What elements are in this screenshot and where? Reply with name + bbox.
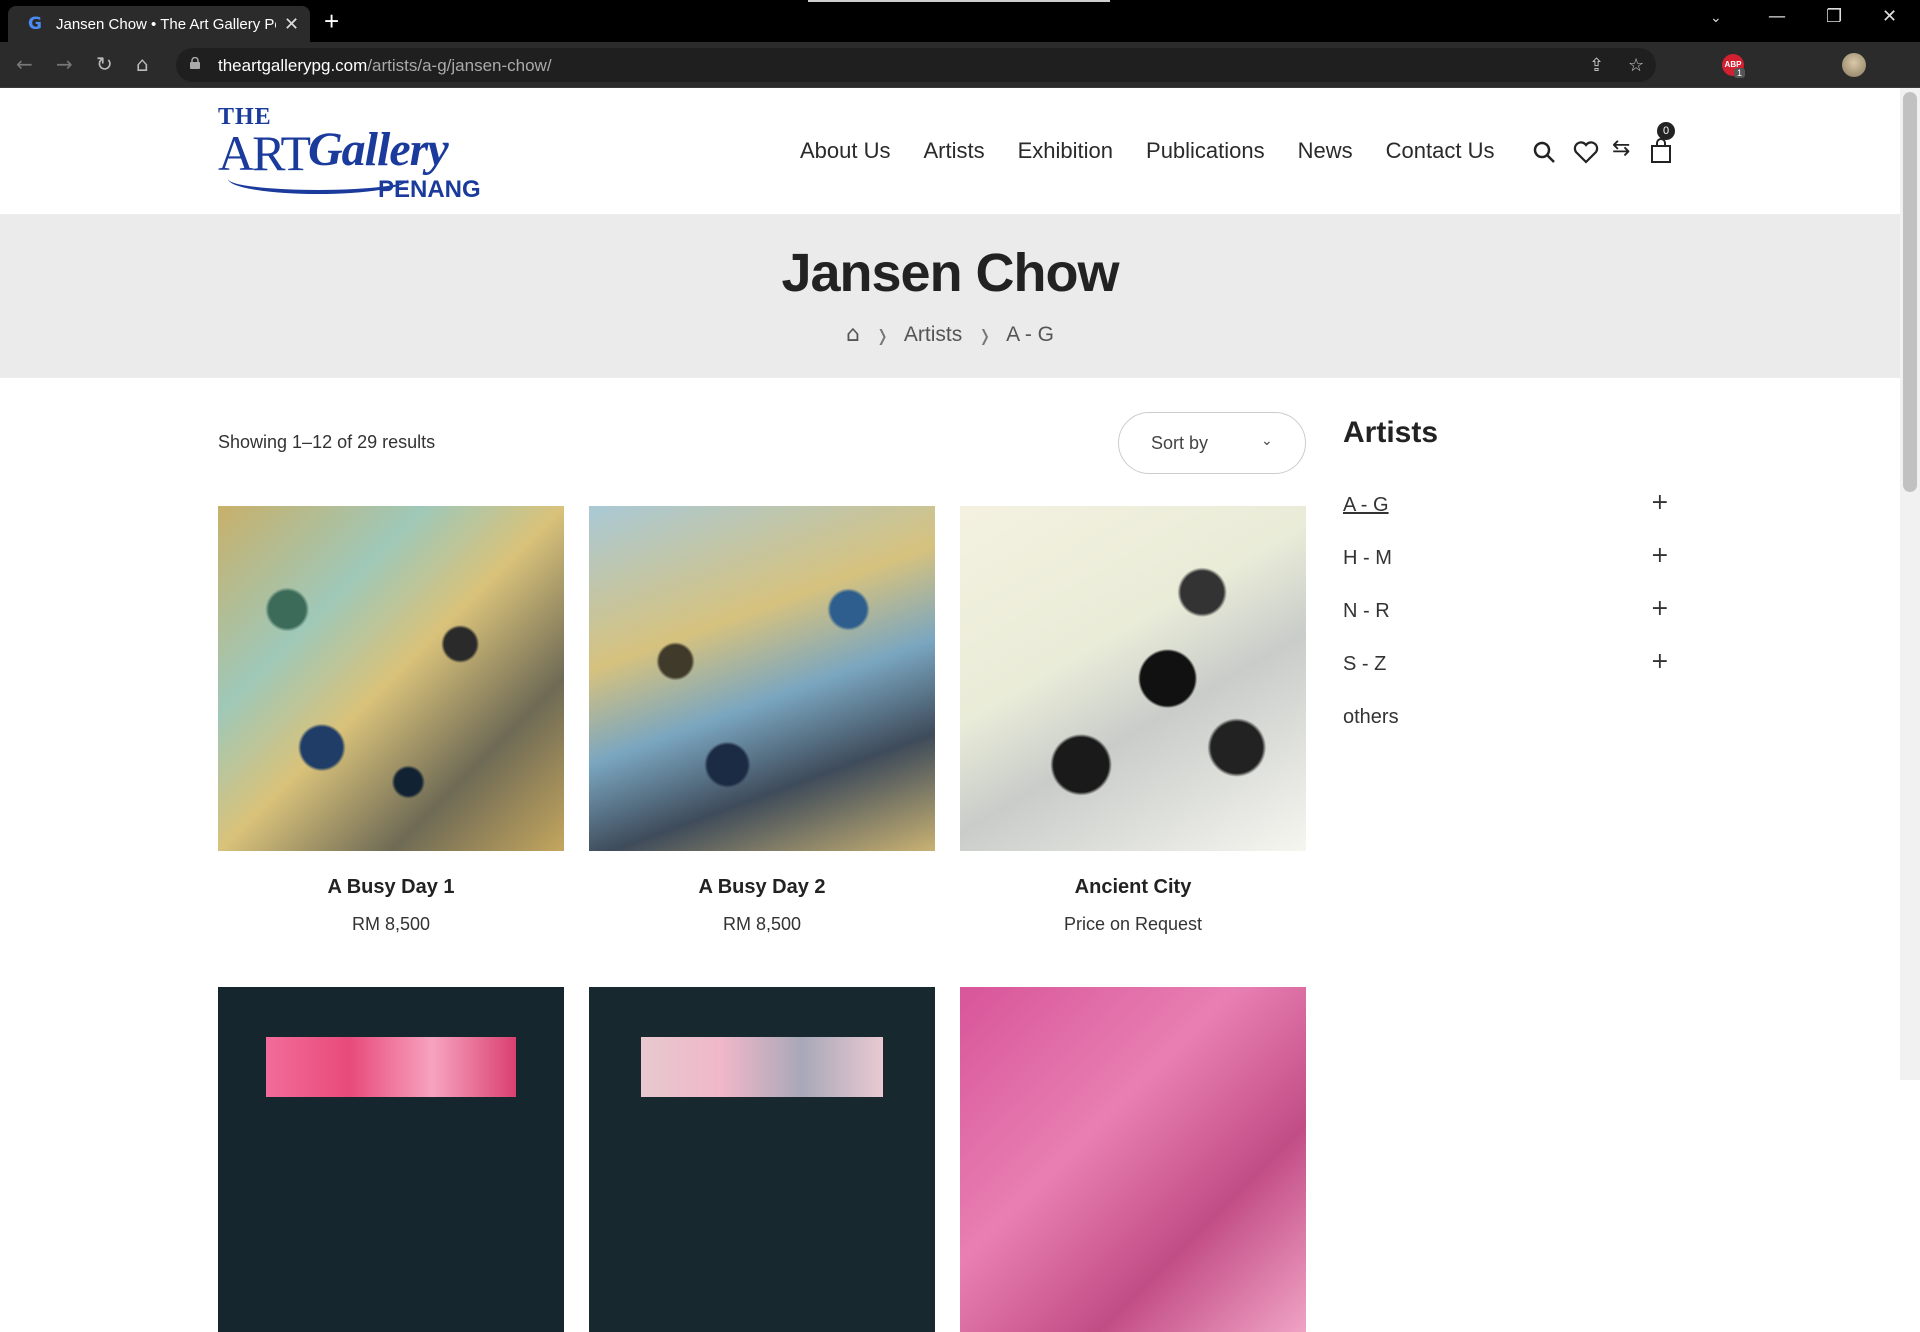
nav-publications[interactable]: Publications	[1146, 138, 1265, 164]
breadcrumb: ⌂ ❭ Artists ❭ A - G	[0, 322, 1900, 347]
nav-about-us[interactable]: About Us	[800, 138, 891, 164]
sidebar-category-a-g[interactable]: A - G +	[1343, 490, 1669, 524]
expand-plus-icon[interactable]: +	[1651, 649, 1669, 674]
product-price: RM 8,500	[351, 914, 431, 934]
sort-dropdown[interactable]: Sort by ⌄	[1118, 412, 1306, 474]
category-label[interactable]: others	[1343, 706, 1399, 729]
category-label[interactable]: N - R	[1343, 600, 1390, 623]
cart-bag-icon[interactable]	[1650, 138, 1672, 164]
nav-news[interactable]: News	[1298, 138, 1353, 164]
product-name[interactable]: A Busy Day 2	[589, 876, 935, 899]
search-icon[interactable]	[1532, 140, 1556, 164]
product-image[interactable]	[589, 987, 935, 1332]
expand-plus-icon[interactable]: +	[1651, 596, 1669, 621]
sidebar-category-others[interactable]: others	[1343, 706, 1669, 736]
lock-icon	[190, 57, 200, 69]
close-window-button[interactable]: ✕	[1882, 6, 1897, 27]
back-icon[interactable]: ←	[16, 52, 33, 76]
sidebar-category-h-m[interactable]: H - M +	[1343, 543, 1669, 577]
result-count: Showing 1–12 of 29 results	[218, 432, 436, 452]
reload-icon[interactable]: ↻	[96, 52, 113, 76]
nav-contact-us[interactable]: Contact Us	[1386, 138, 1495, 164]
home-icon[interactable]: ⌂	[136, 52, 149, 76]
close-tab-icon[interactable]: ✕	[284, 14, 299, 35]
page-scrollbar[interactable]	[1900, 88, 1920, 1080]
restore-button[interactable]: ❐	[1826, 6, 1842, 27]
breadcrumb-separator-icon: ❭	[978, 326, 992, 345]
breadcrumb-a-g[interactable]: A - G	[1006, 323, 1054, 346]
bookmark-star-icon[interactable]: ☆	[1628, 55, 1644, 76]
nav-exhibition[interactable]: Exhibition	[1018, 138, 1113, 164]
adblock-badge: 1	[1734, 68, 1746, 78]
sidebar-category-n-r[interactable]: N - R +	[1343, 596, 1669, 630]
sidebar-title: Artists	[1343, 416, 1439, 449]
tab-title: Jansen Chow • The Art Gallery Pe	[56, 15, 276, 33]
minimize-button[interactable]: —	[1768, 6, 1786, 27]
product-price: RM 8,500	[722, 914, 802, 934]
product-image[interactable]	[960, 987, 1306, 1332]
main-nav: About Us Artists Exhibition Publications…	[800, 138, 1528, 164]
profile-avatar[interactable]	[1842, 53, 1866, 77]
product-name[interactable]: Ancient City	[960, 876, 1306, 899]
product-image[interactable]	[218, 987, 564, 1332]
address-bar[interactable]: theartgallerypg.com/artists/a-g/jansen-c…	[176, 48, 1656, 82]
breadcrumb-artists[interactable]: Artists	[904, 323, 962, 346]
browser-tabbar: G Jansen Chow • The Art Gallery Pe ✕ + ⌄…	[0, 0, 1920, 42]
wishlist-heart-icon[interactable]	[1573, 140, 1599, 164]
browser-tab[interactable]: G Jansen Chow • The Art Gallery Pe ✕	[8, 6, 310, 42]
page-title-band: Jansen Chow ⌂ ❭ Artists ❭ A - G	[0, 214, 1900, 378]
product-image[interactable]	[589, 506, 935, 851]
new-tab-button[interactable]: +	[324, 6, 339, 36]
tab-search-icon[interactable]: ⌄	[1710, 10, 1722, 26]
category-label[interactable]: S - Z	[1343, 653, 1386, 676]
site-header: THE ART Gallery PENANG About Us Artists …	[0, 88, 1900, 214]
chevron-down-icon: ⌄	[1261, 433, 1273, 449]
product-price: Price on Request	[1063, 914, 1203, 934]
share-icon[interactable]: ⇪	[1589, 55, 1604, 76]
favicon-icon: G	[28, 14, 42, 34]
url-text: theartgallerypg.com/artists/a-g/jansen-c…	[218, 56, 552, 75]
breadcrumb-separator-icon: ❭	[875, 326, 890, 345]
compare-icon[interactable]: ⇆	[1612, 136, 1630, 161]
forward-icon[interactable]: →	[56, 52, 73, 76]
home-icon[interactable]: ⌂	[846, 322, 860, 347]
sort-label: Sort by	[1151, 433, 1209, 453]
product-name[interactable]: A Busy Day 1	[218, 876, 564, 899]
sidebar-category-s-z[interactable]: S - Z +	[1343, 649, 1669, 683]
tab-strip-indicator	[808, 0, 1110, 2]
site-logo[interactable]: THE ART Gallery PENANG	[218, 104, 484, 204]
product-image[interactable]	[960, 506, 1306, 851]
expand-plus-icon[interactable]: +	[1651, 543, 1669, 568]
page-title: Jansen Chow	[781, 243, 1119, 303]
nav-artists[interactable]: Artists	[924, 138, 985, 164]
category-label[interactable]: H - M	[1343, 547, 1392, 570]
cart-count-badge: 0	[1657, 122, 1675, 140]
category-label[interactable]: A - G	[1343, 494, 1389, 517]
product-image[interactable]	[218, 506, 564, 851]
expand-plus-icon[interactable]: +	[1651, 490, 1669, 515]
browser-toolbar: ← → ↻ ⌂ theartgallerypg.com/artists/a-g/…	[0, 42, 1920, 114]
scrollbar-thumb[interactable]	[1903, 92, 1917, 492]
